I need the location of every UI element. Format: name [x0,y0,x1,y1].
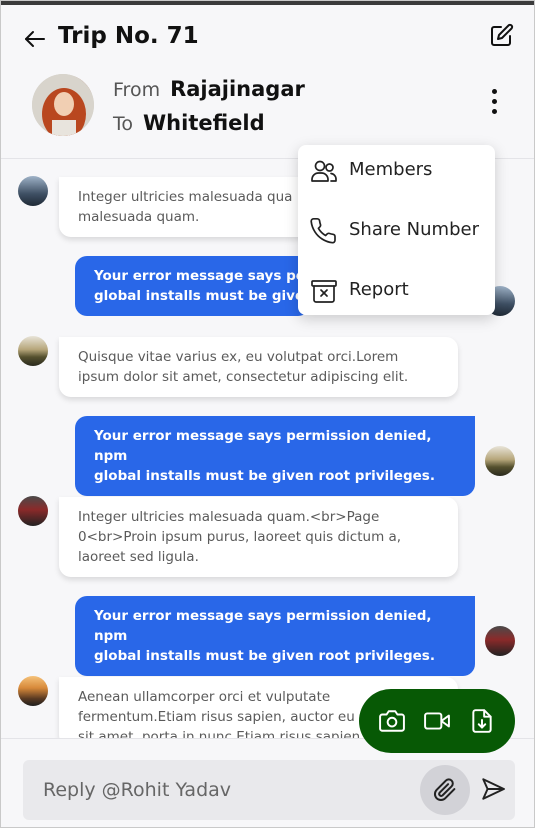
paperclip-icon [434,778,456,801]
outgoing-message: Your error message says permission denie… [75,596,475,676]
arrow-left-icon[interactable] [23,27,47,51]
menu-item-label: Share Number [349,219,479,240]
attach-button[interactable] [420,765,470,815]
message-line: Your error message says perm [94,268,310,284]
message-line: global installs must be given root privi… [94,468,435,484]
send-icon[interactable] [480,776,506,802]
sender-avatar [18,176,48,206]
my-avatar [485,626,515,656]
sender-avatar [18,676,48,706]
options-menu: Members Share Number Report [298,145,495,315]
message-line: Integer ultricies malesuada quam.<br>Pag… [78,509,380,525]
edit-icon[interactable] [490,23,514,47]
route-to: To Whitefield [113,111,265,135]
message-line: Your error message says permission denie… [94,428,432,464]
from-value: Rajajinagar [170,77,305,101]
file-download-icon[interactable] [469,708,495,734]
message-line: laoreet sed ligula. [78,549,199,565]
trip-header: Trip No. 71 From Rajajinagar To Whitefield [1,5,534,159]
message-line: ipsum dolor sit amet, consectetur adipis… [78,369,409,385]
sender-avatar [18,336,48,366]
incoming-message: Quisque vitae varius ex, eu volutpat orc… [59,337,458,397]
menu-item-report[interactable]: Report [298,265,495,321]
outgoing-message: Your error message says permission denie… [75,416,475,496]
chat-screen: Trip No. 71 From Rajajinagar To Whitefield [0,0,535,828]
trip-title: Trip No. 71 [58,23,199,49]
phone-icon [310,217,336,244]
to-label: To [113,113,134,135]
more-vertical-icon[interactable] [486,89,502,119]
message-line: 0<br>Proin ipsum purus, laoreet quis dic… [78,529,402,545]
archive-x-icon [311,280,337,303]
message-line: global installs must be given r [94,288,310,304]
menu-item-members[interactable]: Members [298,145,495,201]
route-from: From Rajajinagar [113,77,305,101]
menu-item-share-number[interactable]: Share Number [298,205,495,261]
menu-item-label: Members [349,159,433,180]
video-icon[interactable] [424,708,450,734]
from-label: From [113,79,161,101]
incoming-message: Integer ultricies malesuada quam.<br>Pag… [59,497,458,577]
message-line: global installs must be given root privi… [94,648,435,664]
attachment-actions [359,689,515,753]
menu-item-label: Report [349,279,409,300]
message-line: Your error message says permission denie… [94,608,432,644]
users-icon [311,160,337,182]
sender-avatar [18,496,48,526]
to-value: Whitefield [143,111,265,135]
outgoing-message: Your error message says perm global inst… [75,256,310,316]
camera-icon[interactable] [379,708,405,734]
my-avatar [485,446,515,476]
trip-avatar [32,74,94,136]
message-line: Quisque vitae varius ex, eu volutpat orc… [78,349,399,365]
